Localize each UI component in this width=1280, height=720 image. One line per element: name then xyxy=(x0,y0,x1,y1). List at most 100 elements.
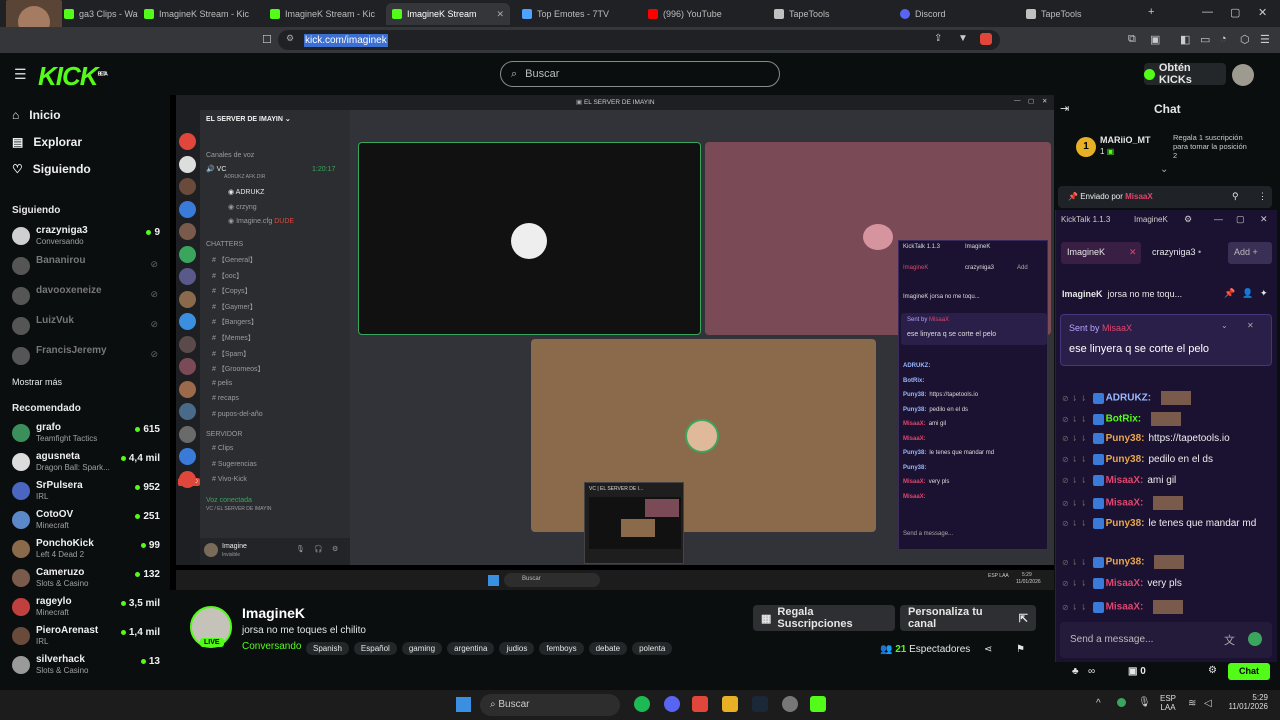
text-channel[interactable]: # 【Memes】 xyxy=(212,333,255,343)
inner-chat-message[interactable]: MisaaX: xyxy=(903,494,929,500)
add-chat-button[interactable]: Add + xyxy=(1228,242,1272,264)
puzzle-icon[interactable]: ▣ xyxy=(1150,33,1160,46)
clock[interactable]: 5:29 11/01/2026 xyxy=(1222,693,1268,711)
hamburger-menu-icon[interactable]: ☰ xyxy=(14,66,27,83)
inner-kicktalk-input[interactable]: Send a message... xyxy=(903,531,953,537)
chat-settings-icon[interactable]: ⚙ xyxy=(1208,665,1217,676)
browser-tab[interactable]: Discord xyxy=(894,3,1018,25)
user-icon[interactable]: 👤 xyxy=(1242,288,1253,299)
send-message-input[interactable]: Send a message... 文 xyxy=(1060,622,1272,658)
sidebar-icon[interactable]: ◧ xyxy=(1180,33,1190,46)
brave-shield-icon[interactable]: ▼ xyxy=(958,33,968,44)
nav-home[interactable]: ⌂ Inicio xyxy=(12,108,61,122)
inner-chat-message[interactable]: ADRUKZ: xyxy=(903,363,933,369)
kick-logo[interactable]: KICKBETA xyxy=(38,61,108,92)
streamer-name[interactable]: ImagineK xyxy=(242,605,305,621)
browser-tab-active[interactable]: ImagineK Stream ✕ xyxy=(386,3,510,25)
sidebar-channel[interactable]: Bananirou ⊘ xyxy=(12,254,160,280)
chat-username[interactable]: MisaaX: xyxy=(1106,602,1144,613)
sidebar-channel[interactable]: crazyniga3 Conversando 9 xyxy=(12,224,160,250)
inner-chat-username[interactable]: MisaaX: xyxy=(903,421,926,427)
get-kicks-button[interactable]: Obtén KICKs xyxy=(1144,62,1226,86)
close-window-icon[interactable]: ✕ xyxy=(1258,6,1267,19)
sidebar-channel[interactable]: CotoOV Minecraft 251 xyxy=(12,508,160,534)
chat-message[interactable]: ⊘ ⇂ ⇂ Puny38: https://tapetools.io xyxy=(1062,433,1272,444)
inner-kicktalk-chip[interactable]: ImagineK xyxy=(903,265,928,271)
server-channel[interactable]: # Clips xyxy=(212,445,233,452)
text-section-header[interactable]: CHATTERS xyxy=(206,241,243,248)
stream-tag[interactable]: femboys xyxy=(539,642,584,655)
file-explorer-icon[interactable] xyxy=(722,696,738,712)
browser-tab[interactable]: ga3 Clips - Wat xyxy=(58,3,138,25)
server-icon[interactable] xyxy=(179,223,196,240)
mod-actions-icon[interactable]: ⊘ ⇂ ⇂ xyxy=(1062,394,1087,403)
voice-member[interactable]: ◉ crzyng xyxy=(228,203,257,211)
extensions-icon[interactable]: ⧉ xyxy=(1128,33,1136,46)
nav-following[interactable]: ♡ Siguiendo xyxy=(12,162,91,176)
inner-kicktalk-add[interactable]: Add xyxy=(1017,265,1028,271)
mod-actions-icon[interactable]: ⊘ ⇂ ⇂ xyxy=(1062,434,1087,443)
server-icon[interactable] xyxy=(179,290,196,308)
inner-chat-message[interactable]: BotRix: xyxy=(903,378,927,384)
chat-chip[interactable]: crazyniga3 • xyxy=(1146,242,1226,264)
user-avatar[interactable] xyxy=(204,543,218,557)
mod-actions-icon[interactable]: ⊘ ⇂ ⇂ xyxy=(1062,415,1087,424)
vpn-icon[interactable]: ◔ xyxy=(1220,33,1227,45)
discord-close-icon[interactable]: ✕ xyxy=(1042,97,1047,105)
text-channel[interactable]: # 【ooc】 xyxy=(212,271,243,281)
server-channel[interactable]: # Sugerencias xyxy=(212,461,257,468)
mod-actions-icon[interactable]: ⊘ ⇂ ⇂ xyxy=(1062,558,1087,567)
steam-icon[interactable] xyxy=(752,696,768,712)
server-icon[interactable] xyxy=(179,313,196,330)
close-chip-icon[interactable]: ✕ xyxy=(1129,247,1137,258)
sidebar-channel[interactable]: grafo Teamfight Tactics 615 xyxy=(12,421,160,447)
server-icon[interactable] xyxy=(179,425,196,443)
text-channel[interactable]: # 【Copys】 xyxy=(212,286,252,296)
chat-message[interactable]: ⊘ ⇂ ⇂ MisaaX: very pls xyxy=(1062,578,1272,589)
settings-icon[interactable]: ⚙ xyxy=(332,545,338,553)
stream-tag[interactable]: debate xyxy=(588,642,628,655)
browser-tab[interactable]: TapeTools xyxy=(768,3,892,25)
share-icon[interactable]: ⇪ xyxy=(934,33,942,44)
inner-chat-message[interactable]: MisaaX: ami gil xyxy=(903,421,946,427)
expand-leaderboard-icon[interactable]: ⌄ xyxy=(1160,164,1168,175)
text-channel[interactable]: # pelis xyxy=(212,380,232,387)
kicktalk-minimize-icon[interactable]: — xyxy=(1214,214,1223,224)
brave-rewards-icon[interactable] xyxy=(980,33,992,45)
sidebar-channel[interactable]: LuizVuk ⊘ xyxy=(12,314,160,340)
server-icon[interactable] xyxy=(179,268,196,285)
chat-username[interactable]: Puny38: xyxy=(1106,518,1145,529)
server-channel[interactable]: # Vivo-Kick xyxy=(212,476,247,483)
server-icon[interactable] xyxy=(179,380,196,398)
collapse-chat-icon[interactable]: ⇥ xyxy=(1060,102,1069,115)
voice-tile[interactable] xyxy=(358,142,701,335)
kicktalk-tab[interactable]: ImagineK xyxy=(1134,215,1168,224)
mod-actions-icon[interactable]: ⊘ ⇂ ⇂ xyxy=(1062,499,1087,508)
kicktalk-settings-icon[interactable]: ⚙ xyxy=(1184,214,1192,225)
pin-icon[interactable]: 📌 xyxy=(1224,288,1235,299)
unpin-icon[interactable]: ✕ xyxy=(1247,321,1254,330)
expand-icon[interactable]: ⌄ xyxy=(1221,321,1228,330)
server-section-header[interactable]: SERVIDOR xyxy=(206,431,242,438)
inner-chat-message[interactable]: Puny38: le tenes que mandar md xyxy=(903,450,994,456)
tray-app-icon[interactable] xyxy=(1117,698,1126,707)
tray-language[interactable]: ESP LAA xyxy=(1160,694,1176,712)
browser-tab[interactable]: (996) YouTube xyxy=(642,3,766,25)
text-channel[interactable]: # 【Bangers】 xyxy=(212,317,258,327)
top-gifter-name[interactable]: MARiiO_MT xyxy=(1100,135,1151,145)
inner-chat-username[interactable]: BotRix: xyxy=(903,378,924,384)
chat-message[interactable]: ⊘ ⇂ ⇂ MisaaX: ami gil xyxy=(1062,475,1272,486)
text-channel[interactable]: # 【Gaymer】 xyxy=(212,302,257,312)
server-icon[interactable] xyxy=(179,335,196,353)
report-flag-icon[interactable]: ⚑ xyxy=(1016,644,1025,655)
server-icon[interactable] xyxy=(179,470,196,488)
pin-icon[interactable]: ✦ xyxy=(1260,288,1268,299)
inner-chat-username[interactable]: Puny38: xyxy=(903,465,926,471)
sidebar-channel[interactable]: davooxeneize ⊘ xyxy=(12,284,160,310)
voice-section-header[interactable]: Canales de voz xyxy=(206,152,254,159)
sidebar-channel[interactable]: SrPulsera IRL 952 xyxy=(12,479,160,505)
user-avatar[interactable] xyxy=(1232,64,1254,86)
obs-icon[interactable] xyxy=(782,696,798,712)
share-icon[interactable]: ⋖ xyxy=(984,644,992,655)
close-tab-icon[interactable]: ✕ xyxy=(496,9,504,20)
